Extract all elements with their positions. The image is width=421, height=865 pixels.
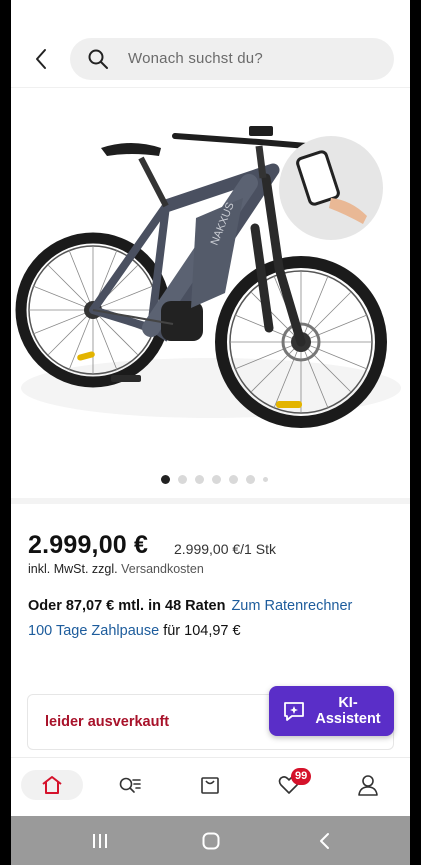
back-button[interactable] bbox=[29, 44, 53, 74]
gallery-pagination[interactable] bbox=[11, 473, 410, 485]
top-bar: Wonach suchst du? bbox=[11, 0, 410, 88]
wishlist-count-badge: 99 bbox=[291, 768, 312, 785]
installment-calculator-link[interactable]: Zum Ratenrechner bbox=[231, 598, 352, 614]
product-image-gallery[interactable]: NAKXUS bbox=[11, 88, 410, 496]
chevron-left-icon bbox=[36, 49, 46, 69]
gallery-dot[interactable] bbox=[229, 474, 238, 484]
ai-assistant-label: KI-Assistent bbox=[315, 695, 381, 727]
section-divider bbox=[11, 498, 410, 504]
search-icon bbox=[88, 49, 108, 69]
app-screen: Wonach suchst du? NAKXUS 2.999,00 € 2.99… bbox=[11, 0, 410, 816]
gallery-dot[interactable] bbox=[246, 474, 255, 484]
product-price: 2.999,00 € bbox=[28, 531, 149, 559]
nav-categories[interactable] bbox=[110, 770, 150, 800]
gallery-dot[interactable] bbox=[161, 474, 170, 484]
bottom-navigation: 99 bbox=[11, 757, 410, 816]
installment-text: Oder 87,07 € mtl. in 48 Raten bbox=[28, 598, 226, 614]
nav-home[interactable] bbox=[21, 770, 83, 800]
gallery-dot[interactable] bbox=[178, 474, 187, 484]
gallery-dot[interactable] bbox=[263, 476, 268, 482]
search-placeholder: Wonach suchst du? bbox=[128, 50, 263, 67]
sold-out-label: leider ausverkauft bbox=[45, 714, 170, 730]
product-image: NAKXUS bbox=[15, 126, 401, 428]
gallery-dot[interactable] bbox=[195, 474, 204, 484]
home-icon bbox=[42, 776, 62, 794]
installment-info: Oder 87,07 € mtl. in 48 Raten Zum Ratenre… bbox=[28, 598, 352, 614]
gallery-dot[interactable] bbox=[212, 474, 221, 484]
payment-pause-suffix: für 104,97 € bbox=[163, 623, 241, 639]
nav-cart[interactable] bbox=[190, 770, 230, 800]
home-system-button[interactable] bbox=[198, 828, 224, 854]
payment-pause-link[interactable]: 100 Tage Zahlpause bbox=[28, 623, 159, 639]
search-input[interactable]: Wonach suchst du? bbox=[70, 38, 394, 80]
search-list-icon bbox=[119, 777, 141, 793]
ai-assistant-button[interactable]: KI-Assistent bbox=[269, 686, 394, 736]
user-icon bbox=[358, 775, 378, 796]
back-arrow-icon bbox=[320, 833, 329, 849]
shopping-bag-icon bbox=[201, 777, 219, 794]
unit-price: 2.999,00 €/1 Stk bbox=[174, 541, 276, 557]
shipping-costs-link[interactable]: Versandkosten bbox=[121, 562, 204, 576]
nav-account[interactable] bbox=[348, 770, 388, 800]
back-system-button[interactable] bbox=[311, 828, 337, 854]
home-circle-icon bbox=[202, 832, 220, 850]
sparkle-chat-icon bbox=[284, 702, 304, 721]
tax-info: inkl. MwSt. zzgl. Versandkosten bbox=[28, 562, 204, 576]
recent-apps-button[interactable] bbox=[87, 828, 113, 854]
system-navigation-bar bbox=[11, 816, 410, 865]
payment-pause-info: 100 Tage Zahlpause für 104,97 € bbox=[28, 623, 241, 639]
tax-prefix: inkl. MwSt. zzgl. bbox=[28, 562, 118, 576]
recent-apps-icon bbox=[93, 834, 107, 848]
